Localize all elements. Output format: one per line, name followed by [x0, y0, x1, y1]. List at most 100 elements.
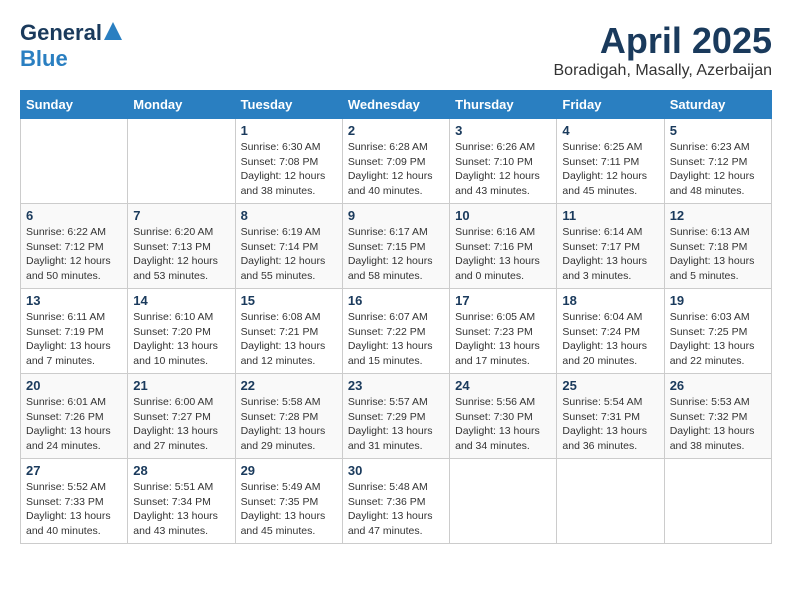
day-info: Sunrise: 6:00 AM Sunset: 7:27 PM Dayligh…	[133, 395, 229, 454]
day-number: 5	[670, 123, 766, 138]
day-number: 6	[26, 208, 122, 223]
weekday-header-tuesday: Tuesday	[235, 91, 342, 119]
calendar-body: 1 Sunrise: 6:30 AM Sunset: 7:08 PM Daylig…	[21, 119, 772, 544]
calendar-day-cell: 5 Sunrise: 6:23 AM Sunset: 7:12 PM Daylig…	[664, 119, 771, 204]
day-info: Sunrise: 5:48 AM Sunset: 7:36 PM Dayligh…	[348, 480, 444, 539]
day-info: Sunrise: 6:20 AM Sunset: 7:13 PM Dayligh…	[133, 225, 229, 284]
day-number: 17	[455, 293, 551, 308]
day-info: Sunrise: 5:54 AM Sunset: 7:31 PM Dayligh…	[562, 395, 658, 454]
day-info: Sunrise: 6:19 AM Sunset: 7:14 PM Dayligh…	[241, 225, 337, 284]
day-info: Sunrise: 6:05 AM Sunset: 7:23 PM Dayligh…	[455, 310, 551, 369]
day-info: Sunrise: 6:10 AM Sunset: 7:20 PM Dayligh…	[133, 310, 229, 369]
day-info: Sunrise: 5:53 AM Sunset: 7:32 PM Dayligh…	[670, 395, 766, 454]
logo-blue-text: Blue	[20, 46, 68, 72]
calendar-day-cell: 2Sunrise: 6:28 AM Sunset: 7:09 PM Daylig…	[342, 119, 449, 204]
day-number: 21	[133, 378, 229, 393]
day-info: Sunrise: 5:56 AM Sunset: 7:30 PM Dayligh…	[455, 395, 551, 454]
calendar-day-cell: 21 Sunrise: 6:00 AM Sunset: 7:27 PM Dayli…	[128, 374, 235, 459]
calendar-day-cell: 30 Sunrise: 5:48 AM Sunset: 7:36 PM Dayli…	[342, 459, 449, 544]
calendar-day-cell: 17 Sunrise: 6:05 AM Sunset: 7:23 PM Dayli…	[450, 289, 557, 374]
day-info: Sunrise: 5:57 AM Sunset: 7:29 PM Dayligh…	[348, 395, 444, 454]
calendar-day-cell: 4Sunrise: 6:25 AM Sunset: 7:11 PM Daylig…	[557, 119, 664, 204]
day-number: 30	[348, 463, 444, 478]
calendar-day-cell: 6 Sunrise: 6:22 AM Sunset: 7:12 PM Daylig…	[21, 204, 128, 289]
calendar-week-row: 1 Sunrise: 6:30 AM Sunset: 7:08 PM Daylig…	[21, 119, 772, 204]
day-info: Sunrise: 6:23 AM Sunset: 7:12 PM Dayligh…	[670, 140, 766, 199]
day-number: 12	[670, 208, 766, 223]
logo-general-text: General	[20, 20, 102, 46]
day-info: Sunrise: 6:07 AM Sunset: 7:22 PM Dayligh…	[348, 310, 444, 369]
day-number: 25	[562, 378, 658, 393]
calendar-header: SundayMondayTuesdayWednesdayThursdayFrid…	[21, 91, 772, 119]
day-info: Sunrise: 6:17 AM Sunset: 7:15 PM Dayligh…	[348, 225, 444, 284]
day-number: 9	[348, 208, 444, 223]
day-number: 7	[133, 208, 229, 223]
day-number: 13	[26, 293, 122, 308]
day-number: 24	[455, 378, 551, 393]
weekday-header-wednesday: Wednesday	[342, 91, 449, 119]
day-info: Sunrise: 5:58 AM Sunset: 7:28 PM Dayligh…	[241, 395, 337, 454]
calendar-week-row: 20Sunrise: 6:01 AM Sunset: 7:26 PM Dayli…	[21, 374, 772, 459]
day-number: 3	[455, 123, 551, 138]
day-info: Sunrise: 6:13 AM Sunset: 7:18 PM Dayligh…	[670, 225, 766, 284]
title-area: April 2025 Boradigah, Masally, Azerbaija…	[554, 20, 773, 80]
calendar-day-cell: 26Sunrise: 5:53 AM Sunset: 7:32 PM Dayli…	[664, 374, 771, 459]
location-text: Boradigah, Masally, Azerbaijan	[554, 62, 773, 80]
day-info: Sunrise: 6:11 AM Sunset: 7:19 PM Dayligh…	[26, 310, 122, 369]
calendar-week-row: 27 Sunrise: 5:52 AM Sunset: 7:33 PM Dayli…	[21, 459, 772, 544]
day-number: 29	[241, 463, 337, 478]
calendar-day-cell: 1 Sunrise: 6:30 AM Sunset: 7:08 PM Daylig…	[235, 119, 342, 204]
day-info: Sunrise: 6:30 AM Sunset: 7:08 PM Dayligh…	[241, 140, 337, 199]
calendar-day-cell: 8 Sunrise: 6:19 AM Sunset: 7:14 PM Daylig…	[235, 204, 342, 289]
calendar-table: SundayMondayTuesdayWednesdayThursdayFrid…	[20, 90, 772, 544]
calendar-day-cell: 11Sunrise: 6:14 AM Sunset: 7:17 PM Dayli…	[557, 204, 664, 289]
calendar-day-cell: 10Sunrise: 6:16 AM Sunset: 7:16 PM Dayli…	[450, 204, 557, 289]
day-info: Sunrise: 6:03 AM Sunset: 7:25 PM Dayligh…	[670, 310, 766, 369]
day-number: 4	[562, 123, 658, 138]
calendar-day-cell: 12 Sunrise: 6:13 AM Sunset: 7:18 PM Dayli…	[664, 204, 771, 289]
day-info: Sunrise: 6:22 AM Sunset: 7:12 PM Dayligh…	[26, 225, 122, 284]
day-number: 28	[133, 463, 229, 478]
day-number: 19	[670, 293, 766, 308]
day-info: Sunrise: 6:04 AM Sunset: 7:24 PM Dayligh…	[562, 310, 658, 369]
weekday-header-friday: Friday	[557, 91, 664, 119]
logo-triangle-icon	[104, 22, 122, 40]
logo: General Blue	[20, 20, 122, 72]
day-number: 15	[241, 293, 337, 308]
calendar-day-cell: 3 Sunrise: 6:26 AM Sunset: 7:10 PM Daylig…	[450, 119, 557, 204]
day-number: 16	[348, 293, 444, 308]
page-header: General Blue April 2025 Boradigah, Masal…	[20, 20, 772, 80]
calendar-day-cell: 23 Sunrise: 5:57 AM Sunset: 7:29 PM Dayli…	[342, 374, 449, 459]
day-info: Sunrise: 5:52 AM Sunset: 7:33 PM Dayligh…	[26, 480, 122, 539]
empty-cell	[450, 459, 557, 544]
weekday-header-thursday: Thursday	[450, 91, 557, 119]
day-number: 11	[562, 208, 658, 223]
day-number: 8	[241, 208, 337, 223]
day-number: 23	[348, 378, 444, 393]
weekday-header-saturday: Saturday	[664, 91, 771, 119]
empty-cell	[557, 459, 664, 544]
weekday-header-monday: Monday	[128, 91, 235, 119]
calendar-day-cell: 15Sunrise: 6:08 AM Sunset: 7:21 PM Dayli…	[235, 289, 342, 374]
calendar-day-cell: 9 Sunrise: 6:17 AM Sunset: 7:15 PM Daylig…	[342, 204, 449, 289]
weekday-header-sunday: Sunday	[21, 91, 128, 119]
empty-cell	[21, 119, 128, 204]
calendar-day-cell: 13 Sunrise: 6:11 AM Sunset: 7:19 PM Dayli…	[21, 289, 128, 374]
calendar-week-row: 6 Sunrise: 6:22 AM Sunset: 7:12 PM Daylig…	[21, 204, 772, 289]
calendar-day-cell: 18Sunrise: 6:04 AM Sunset: 7:24 PM Dayli…	[557, 289, 664, 374]
calendar-day-cell: 28 Sunrise: 5:51 AM Sunset: 7:34 PM Dayli…	[128, 459, 235, 544]
calendar-day-cell: 22Sunrise: 5:58 AM Sunset: 7:28 PM Dayli…	[235, 374, 342, 459]
empty-cell	[128, 119, 235, 204]
month-title: April 2025	[554, 20, 773, 62]
day-number: 27	[26, 463, 122, 478]
calendar-day-cell: 19 Sunrise: 6:03 AM Sunset: 7:25 PM Dayli…	[664, 289, 771, 374]
day-info: Sunrise: 6:26 AM Sunset: 7:10 PM Dayligh…	[455, 140, 551, 199]
calendar-day-cell: 27 Sunrise: 5:52 AM Sunset: 7:33 PM Dayli…	[21, 459, 128, 544]
calendar-day-cell: 20Sunrise: 6:01 AM Sunset: 7:26 PM Dayli…	[21, 374, 128, 459]
calendar-day-cell: 16 Sunrise: 6:07 AM Sunset: 7:22 PM Dayli…	[342, 289, 449, 374]
day-info: Sunrise: 5:49 AM Sunset: 7:35 PM Dayligh…	[241, 480, 337, 539]
day-number: 20	[26, 378, 122, 393]
day-number: 1	[241, 123, 337, 138]
day-number: 2	[348, 123, 444, 138]
day-info: Sunrise: 5:51 AM Sunset: 7:34 PM Dayligh…	[133, 480, 229, 539]
